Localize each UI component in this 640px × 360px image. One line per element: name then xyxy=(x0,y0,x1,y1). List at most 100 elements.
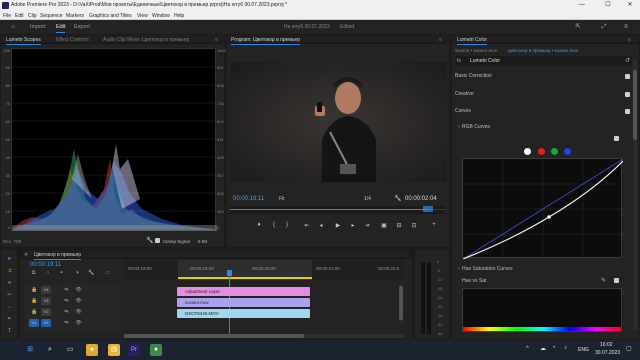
timeline-timecode[interactable]: 00:00:19:11 xyxy=(30,262,61,268)
clamp-signal-checkbox[interactable] xyxy=(155,238,160,243)
track-target-button[interactable]: V4 xyxy=(41,286,51,294)
timeline-vertical-scrollbar[interactable] xyxy=(399,284,403,324)
section-curves[interactable]: Curves xyxy=(455,108,632,120)
notifications-icon[interactable]: ▢ xyxy=(626,345,632,352)
selection-tool-icon[interactable]: ➤ xyxy=(6,256,13,262)
rgb-curves-chevron-icon[interactable]: › xyxy=(458,124,460,130)
lumetri-menu-icon[interactable]: ≡ xyxy=(628,37,631,43)
step-back-icon[interactable]: ◂ xyxy=(317,222,325,229)
menu-view[interactable]: View xyxy=(137,13,148,19)
add-marker-icon[interactable]: ♦ xyxy=(255,222,263,228)
rgb-curve-graph[interactable] xyxy=(462,158,624,260)
clip-adjustment-layer[interactable]: Adjustment Layer xyxy=(177,287,310,296)
task-view-icon[interactable]: ▭ xyxy=(64,344,76,356)
volume-icon[interactable]: ♪ xyxy=(564,345,567,351)
timeline-close-icon[interactable]: ✕ xyxy=(24,252,28,258)
program-scrub-bar[interactable] xyxy=(230,206,445,214)
nest-icon[interactable]: ⧉ xyxy=(30,270,37,276)
export-frame-icon[interactable]: ▣ xyxy=(380,222,388,229)
section-basic-correction[interactable]: Basic Correction xyxy=(455,73,632,85)
menu-file[interactable]: File xyxy=(3,13,11,19)
lock-icon[interactable]: 🔒 xyxy=(31,309,38,315)
fit-select[interactable]: Fit xyxy=(279,196,285,202)
taskbar-time[interactable]: 16:02 xyxy=(600,342,613,348)
fullscreen-icon[interactable]: ⤢ xyxy=(600,23,608,31)
lumetri-scrollbar[interactable] xyxy=(633,60,637,330)
program-video-frame[interactable] xyxy=(230,62,447,182)
track-target-button[interactable]: V3 xyxy=(41,297,51,305)
panel-menu-icon[interactable]: ≡ xyxy=(215,37,218,43)
menu-sequence[interactable]: Sequence xyxy=(40,13,63,19)
file-explorer-icon[interactable]: ▤ xyxy=(108,344,120,356)
eye-icon[interactable]: 👁 xyxy=(75,309,82,315)
mark-out-icon[interactable]: } xyxy=(283,222,291,228)
hue-vs-sat-checkbox[interactable] xyxy=(614,278,619,283)
mark-in-icon[interactable]: { xyxy=(270,222,278,228)
eye-icon[interactable]: 👁 xyxy=(75,298,82,304)
language-indicator[interactable]: ENG xyxy=(578,347,589,353)
captions-icon[interactable]: ▭ xyxy=(104,270,111,276)
add-marker-timeline-icon[interactable]: ▾ xyxy=(74,270,81,276)
playhead-marker[interactable] xyxy=(423,206,433,212)
tab-timeline[interactable]: Цветокор в премьер xyxy=(34,252,82,260)
section-creative[interactable]: Creative xyxy=(455,91,632,103)
hue-sat-chevron-icon[interactable]: › xyxy=(458,266,460,272)
chrome-icon[interactable]: ● xyxy=(86,344,98,356)
program-timecode[interactable]: 00:00:19:11 xyxy=(233,196,264,202)
minimize-button[interactable]: — xyxy=(574,0,590,10)
ripple-edit-tool-icon[interactable]: ⇹ xyxy=(6,280,13,286)
eye-icon[interactable]: 👁 xyxy=(75,320,82,326)
close-button[interactable]: ✕ xyxy=(622,0,638,10)
workspace-menu-icon[interactable]: ≡ xyxy=(622,23,630,31)
home-icon[interactable]: ⌂ xyxy=(9,23,17,31)
track-select-tool-icon[interactable]: ⇉ xyxy=(6,268,13,274)
play-icon[interactable]: ▶ xyxy=(334,222,342,229)
rgb-curves-checkbox[interactable] xyxy=(614,136,619,141)
tab-export[interactable]: Export xyxy=(74,24,90,30)
go-to-in-icon[interactable]: ⇤ xyxy=(303,222,311,229)
sync-lock-icon[interactable]: ⇆ xyxy=(63,298,70,304)
type-tool-icon[interactable]: T xyxy=(6,328,13,334)
maximize-button[interactable]: ☐ xyxy=(600,0,616,10)
lumetri-source[interactable]: Source • хоскел.mov xyxy=(455,48,497,53)
timeline-horizontal-scrollbar[interactable] xyxy=(124,334,404,338)
clip-hoskel[interactable]: хоскел.mov xyxy=(177,298,310,307)
windows-start-icon[interactable]: ⊞ xyxy=(24,344,36,356)
curves-checkbox[interactable] xyxy=(625,109,630,114)
source-patch-button[interactable]: V1 xyxy=(29,319,39,327)
lift-icon[interactable]: ⊟ xyxy=(395,222,403,229)
add-button-icon[interactable]: + xyxy=(430,222,438,228)
channel-red-button[interactable] xyxy=(538,148,545,155)
track-target-button[interactable]: V2 xyxy=(41,308,51,316)
share-icon[interactable]: ⇱ xyxy=(574,23,582,31)
snap-icon[interactable]: ∩ xyxy=(44,270,51,276)
search-icon[interactable]: ⌕ xyxy=(44,344,56,356)
tab-lumetri-scopes[interactable]: Lumetri Scopes xyxy=(6,37,41,45)
tab-import[interactable]: Import xyxy=(30,24,46,30)
premiere-pro-icon[interactable]: Pr xyxy=(128,344,140,356)
creative-checkbox[interactable] xyxy=(625,92,630,97)
lock-icon[interactable]: 🔒 xyxy=(31,287,38,293)
sync-lock-icon[interactable]: ⇆ xyxy=(63,320,70,326)
tray-chevron-icon[interactable]: ^ xyxy=(526,346,529,352)
lock-icon[interactable]: 🔒 xyxy=(31,298,38,304)
go-to-out-icon[interactable]: ⇥ xyxy=(363,222,371,229)
extract-icon[interactable]: ⊡ xyxy=(410,222,418,229)
tab-effect-controls[interactable]: Effect Controls xyxy=(56,37,89,43)
bit-depth-select[interactable]: 8 Bit xyxy=(198,239,207,244)
menu-clip[interactable]: Clip xyxy=(28,13,37,19)
taskbar-date[interactable]: 30.07.2023 xyxy=(595,350,620,356)
pen-tool-icon[interactable]: ✒ xyxy=(6,316,13,322)
menu-graphics[interactable]: Graphics and Titles xyxy=(89,13,132,19)
hue-vs-sat-graph[interactable] xyxy=(462,288,622,332)
step-forward-icon[interactable]: ▸ xyxy=(349,222,357,229)
track-target-button[interactable]: V1 xyxy=(41,319,51,327)
linked-selection-icon[interactable]: ⚭ xyxy=(58,270,65,276)
wrench-icon[interactable]: 🔧 xyxy=(146,237,153,244)
wrench-settings-icon[interactable]: 🔧 xyxy=(394,195,401,202)
cloud-icon[interactable]: ☁ xyxy=(540,345,546,352)
channel-green-button[interactable] xyxy=(551,148,558,155)
eye-icon[interactable]: 👁 xyxy=(75,287,82,293)
reset-icon[interactable]: ↺ xyxy=(625,57,630,64)
menu-edit[interactable]: Edit xyxy=(15,13,24,19)
